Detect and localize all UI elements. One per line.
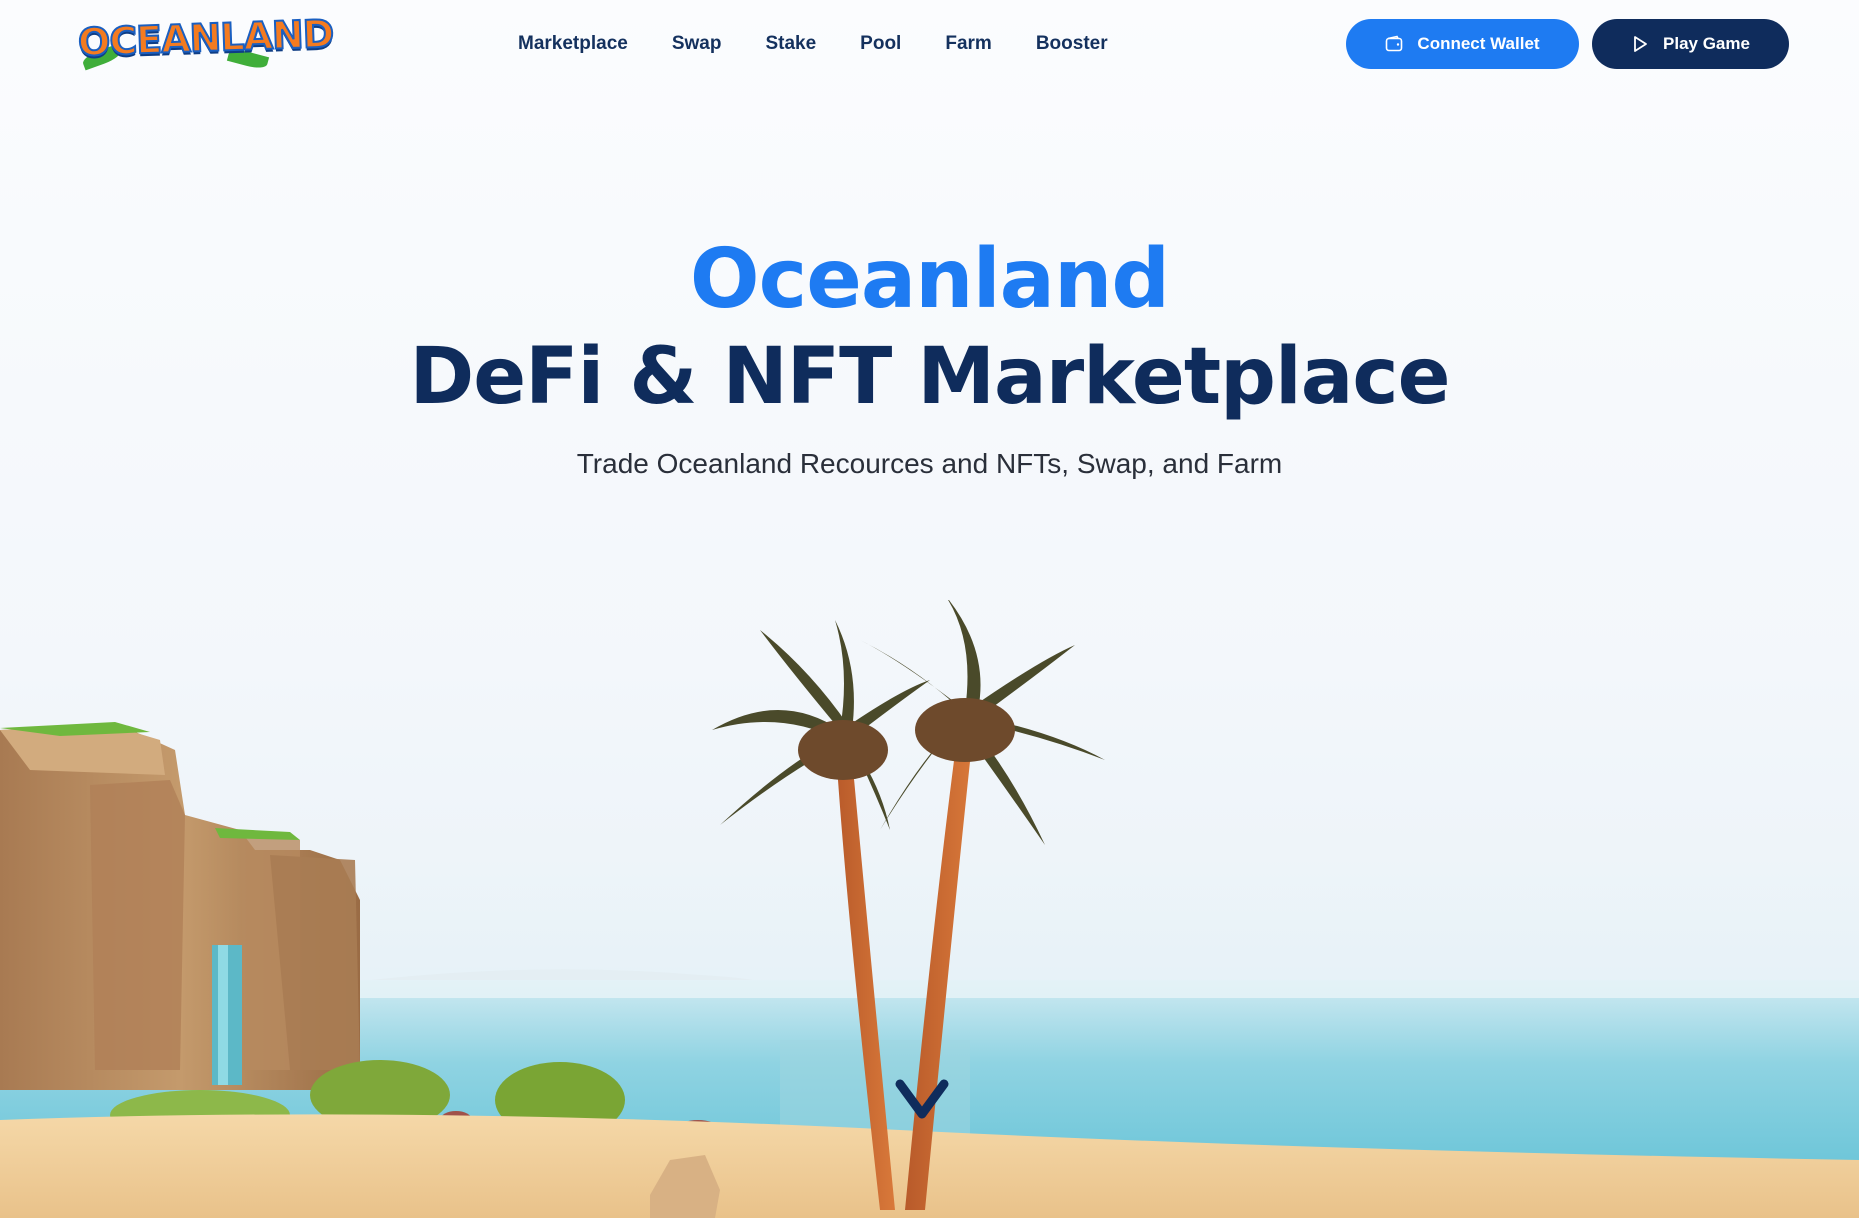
- connect-wallet-label: Connect Wallet: [1417, 34, 1540, 53]
- hero-title-brand: Oceanland: [689, 232, 1170, 327]
- chevron-down-icon[interactable]: [894, 1078, 950, 1122]
- wallet-icon: [1386, 35, 1403, 52]
- nav-item-marketplace[interactable]: Marketplace: [518, 30, 628, 58]
- main-nav: Marketplace Swap Stake Pool Farm Booster: [518, 30, 1152, 58]
- nav-item-farm[interactable]: Farm: [945, 30, 991, 58]
- nav-item-swap[interactable]: Swap: [672, 30, 722, 58]
- hero: Oceanland DeFi & NFT Marketplace Trade O…: [0, 230, 1859, 482]
- page: OCEANLAND Marketplace Swap Stake Pool Fa…: [0, 0, 1859, 1218]
- logo-text: OCEANLAND: [76, 11, 335, 66]
- oceanland-logo[interactable]: OCEANLAND: [76, 10, 335, 71]
- hero-subtitle: Trade Oceanland Recources and NFTs, Swap…: [576, 448, 1283, 479]
- nav-item-booster[interactable]: Booster: [1036, 30, 1108, 58]
- play-game-button[interactable]: Play Game: [1592, 19, 1789, 69]
- nav-item-pool[interactable]: Pool: [860, 30, 901, 58]
- play-game-label: Play Game: [1663, 34, 1750, 53]
- nav-item-stake[interactable]: Stake: [765, 30, 816, 58]
- connect-wallet-button[interactable]: Connect Wallet: [1346, 19, 1579, 69]
- hero-title: DeFi & NFT Marketplace: [409, 332, 1451, 422]
- header: OCEANLAND Marketplace Swap Stake Pool Fa…: [0, 0, 1859, 90]
- island-scene-illustration: [0, 600, 1859, 1218]
- play-icon: [1634, 36, 1647, 52]
